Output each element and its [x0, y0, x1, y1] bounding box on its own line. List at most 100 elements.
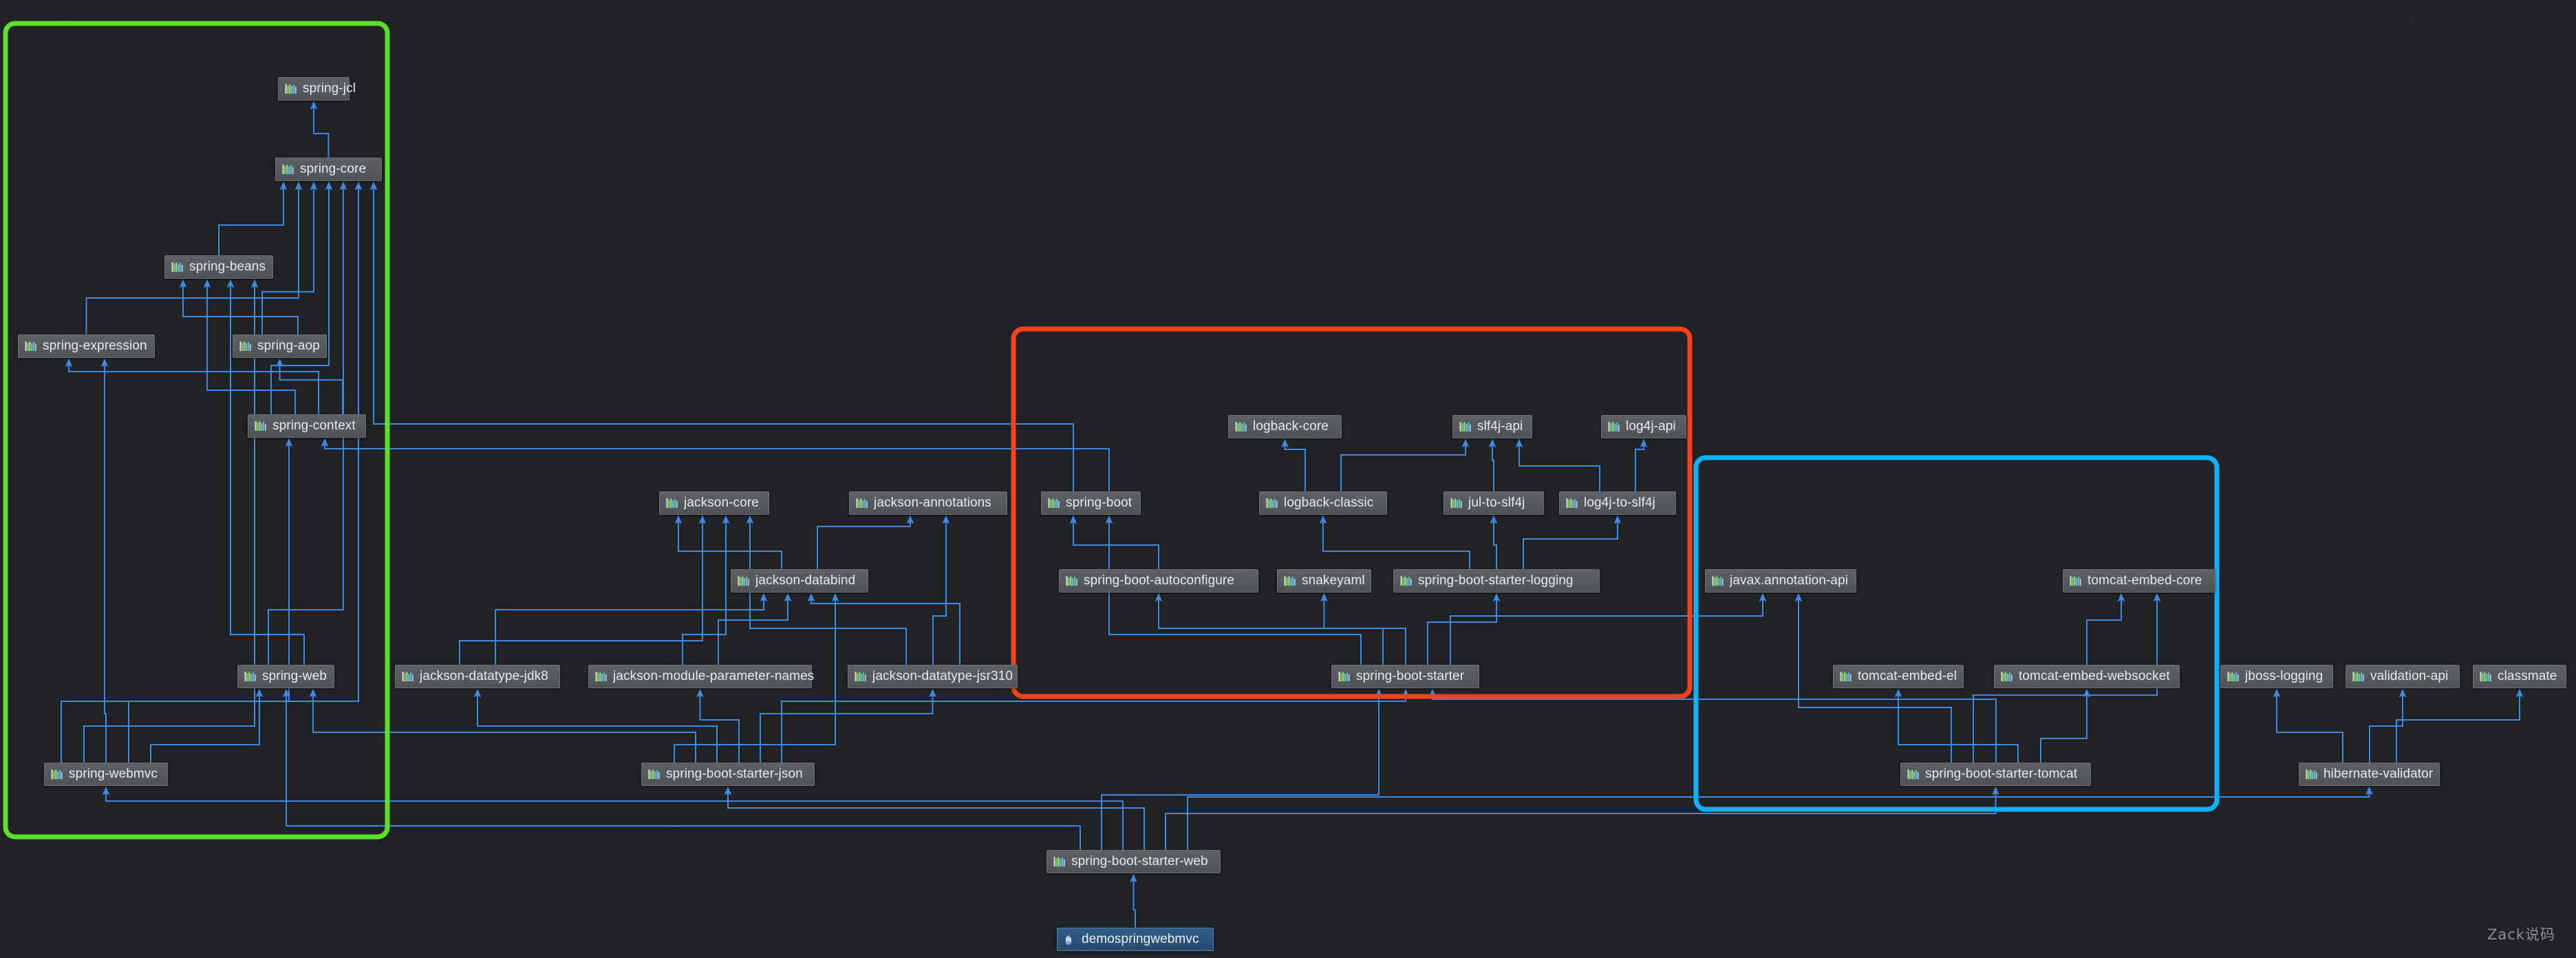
- library-bars-icon: [2227, 672, 2239, 681]
- library-bars-icon: [855, 671, 866, 682]
- graph-node-jackson-databind[interactable]: jackson-databind: [731, 569, 868, 593]
- graph-node-spring-beans[interactable]: spring-beans: [164, 255, 273, 279]
- graph-node-spring-boot-starter[interactable]: spring-boot-starter: [1331, 665, 1479, 688]
- graph-node-spring-web[interactable]: spring-web: [237, 665, 334, 688]
- edge-spring-context-to-spring-core: [270, 181, 333, 414]
- edge-spring-boot-starter-json-to-spring-web: [309, 688, 696, 763]
- node-label: spring-webmvc: [69, 766, 158, 781]
- graph-node-spring-webmvc[interactable]: spring-webmvc: [44, 763, 168, 786]
- edge-jackson-datatype-jsr310-to-jackson-annotations: [932, 515, 950, 665]
- graph-node-spring-boot-starter-logging[interactable]: spring-boot-starter-logging: [1393, 569, 1600, 593]
- graph-node-hibernate-validator[interactable]: hibernate-validator: [2299, 763, 2440, 786]
- library-bars-icon: [1566, 498, 1578, 508]
- library-bars-icon: [2227, 671, 2239, 682]
- graph-node-tomcat-embed-core[interactable]: tomcat-embed-core: [2063, 569, 2215, 593]
- dependency-graph-canvas[interactable]: spring-jcl spring-core spring-beans spri…: [0, 0, 2576, 958]
- node-label: snakeyaml: [1302, 573, 1365, 588]
- edge-spring-boot-starter-logging-to-jul-to-slf4j: [1490, 515, 1498, 569]
- library-bars-icon: [595, 671, 607, 682]
- dependency-edges-layer: [61, 100, 2524, 928]
- edge-spring-boot-starter-json-to-jackson-datatype-jsr310: [760, 688, 936, 763]
- edge-jackson-databind-to-jackson-core: [674, 515, 782, 569]
- edge-jackson-module-parameter-names-to-jackson-databind: [718, 593, 792, 665]
- graph-node-spring-boot-starter-json[interactable]: spring-boot-starter-json: [641, 763, 815, 786]
- graph-node-logback-core[interactable]: logback-core: [1228, 415, 1342, 438]
- library-bars-icon: [51, 769, 63, 780]
- graph-node-spring-core[interactable]: spring-core: [275, 158, 382, 181]
- library-bars-icon: [1338, 672, 1350, 681]
- graph-node-log4j-api[interactable]: log4j-api: [1601, 415, 1686, 438]
- graph-node-spring-boot[interactable]: spring-boot: [1041, 491, 1141, 515]
- edge-spring-boot-starter-web-to-spring-webmvc: [102, 786, 1124, 850]
- library-bars-icon: [1053, 857, 1065, 866]
- graph-node-slf4j-api[interactable]: slf4j-api: [1452, 415, 1532, 438]
- graph-node-jackson-datatype-jsr310[interactable]: jackson-datatype-jsr310: [848, 665, 1018, 688]
- graph-node-snakeyaml[interactable]: snakeyaml: [1277, 569, 1371, 593]
- edge-spring-aop-to-spring-beans: [179, 279, 299, 334]
- library-bars-icon: [1266, 498, 1278, 509]
- library-bars-icon: [255, 421, 266, 432]
- edge-hibernate-validator-to-validation-api: [2369, 688, 2407, 763]
- graph-node-jackson-annotations[interactable]: jackson-annotations: [849, 491, 1007, 515]
- edge-tomcat-embed-websocket-to-tomcat-embed-core: [2086, 593, 2125, 665]
- library-bars-icon: [255, 421, 266, 431]
- library-bars-icon: [402, 672, 414, 681]
- graph-node-log4j-to-slf4j[interactable]: log4j-to-slf4j: [1559, 491, 1676, 515]
- library-bars-icon: [738, 575, 749, 586]
- node-label: tomcat-embed-core: [2087, 573, 2202, 588]
- graph-node-spring-jcl[interactable]: spring-jcl: [278, 77, 356, 100]
- graph-node-spring-boot-starter-web[interactable]: spring-boot-starter-web: [1046, 850, 1221, 873]
- node-label: jackson-core: [684, 495, 759, 510]
- node-label: spring-context: [272, 418, 356, 433]
- graph-node-jackson-core[interactable]: jackson-core: [659, 491, 769, 515]
- edge-spring-webmvc-to-spring-expression: [100, 358, 109, 763]
- node-label: spring-beans: [189, 259, 266, 274]
- background-noise: [0, 0, 2576, 958]
- graph-node-jboss-logging[interactable]: jboss-logging: [2220, 665, 2333, 688]
- graph-node-tomcat-embed-el[interactable]: tomcat-embed-el: [1833, 665, 1964, 688]
- graph-node-classmate[interactable]: classmate: [2473, 665, 2566, 688]
- graph-node-spring-context[interactable]: spring-context: [248, 414, 366, 438]
- library-bars-icon: [2306, 769, 2317, 780]
- graph-node-spring-aop[interactable]: spring-aop: [233, 334, 327, 358]
- edge-spring-boot-starter-logging-to-log4j-to-slf4j: [1523, 515, 1622, 569]
- edge-spring-boot-starter-web-to-spring-boot-starter: [1101, 688, 1383, 850]
- graph-node-validation-api[interactable]: validation-api: [2346, 665, 2460, 688]
- edge-spring-beans-to-spring-core: [218, 181, 288, 255]
- library-bars-icon: [1907, 769, 1919, 779]
- library-bars-icon: [1400, 575, 1412, 586]
- graph-node-spring-boot-starter-tomcat[interactable]: spring-boot-starter-tomcat: [1900, 763, 2091, 786]
- edge-jackson-datatype-jsr310-to-jackson-databind: [807, 593, 960, 665]
- edge-spring-boot-autoconfigure-to-spring-boot: [1069, 515, 1159, 569]
- graph-node-logback-classic[interactable]: logback-classic: [1259, 491, 1387, 515]
- graph-node-spring-expression[interactable]: spring-expression: [18, 334, 155, 358]
- graph-node-tomcat-embed-websocket[interactable]: tomcat-embed-websocket: [1994, 665, 2180, 688]
- graph-node-jackson-module-parameter-names[interactable]: jackson-module-parameter-names: [588, 665, 814, 688]
- library-bars-icon: [1608, 421, 1620, 432]
- library-bars-icon: [1048, 498, 1060, 508]
- node-label: slf4j-api: [1477, 418, 1523, 434]
- library-bars-icon: [1450, 498, 1462, 508]
- graph-node-spring-boot-autoconfigure[interactable]: spring-boot-autoconfigure: [1059, 569, 1258, 593]
- library-bars-icon: [856, 498, 868, 508]
- edge-spring-webmvc-to-spring-context: [128, 438, 293, 763]
- library-bars-icon: [402, 671, 414, 682]
- graph-node-javax.annotation-api[interactable]: javax.annotation-api: [1705, 569, 1856, 593]
- edge-hibernate-validator-to-classmate: [2396, 688, 2524, 763]
- library-bars-icon: [2001, 671, 2012, 682]
- node-label: spring-aop: [257, 338, 320, 353]
- edge-spring-boot-starter-json-to-spring-boot-starter: [781, 688, 1410, 763]
- graph-node-demospringwebmvc[interactable]: m demospringwebmvc: [1057, 928, 1214, 951]
- library-bars-icon: [855, 672, 866, 681]
- node-label: jackson-datatype-jdk8: [420, 668, 548, 683]
- library-bars-icon: [171, 262, 183, 273]
- library-bars-icon: [1235, 422, 1247, 432]
- library-bars-icon: [1066, 576, 1077, 586]
- edge-spring-boot-starter-web-to-spring-boot-starter-json: [724, 786, 1145, 850]
- graph-node-jul-to-slf4j[interactable]: jul-to-slf4j: [1443, 491, 1544, 515]
- library-bars-icon: [2306, 769, 2317, 779]
- node-label: javax.annotation-api: [1730, 573, 1849, 588]
- graph-node-jackson-datatype-jdk8[interactable]: jackson-datatype-jdk8: [395, 665, 560, 688]
- library-bars-icon: [1566, 498, 1578, 509]
- library-bars-icon: [666, 498, 678, 509]
